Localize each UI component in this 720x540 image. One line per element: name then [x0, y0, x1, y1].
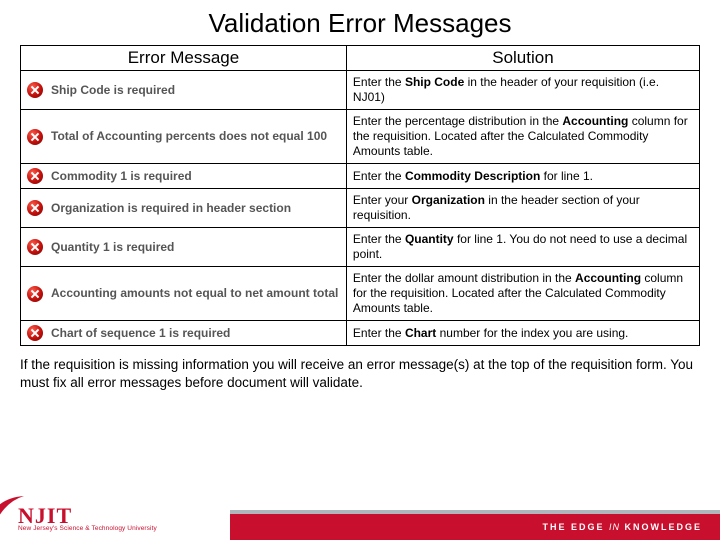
table-row: Ship Code is required Enter the Ship Code…	[21, 71, 700, 110]
error-message-text: Commodity 1 is required	[51, 169, 192, 184]
col-header-error: Error Message	[21, 46, 347, 71]
error-message-text: Ship Code is required	[51, 83, 175, 98]
error-cell: Organization is required in header secti…	[21, 189, 347, 228]
error-cell: Accounting amounts not equal to net amou…	[21, 267, 347, 321]
table-row: Total of Accounting percents does not eq…	[21, 110, 700, 164]
error-x-icon	[27, 239, 43, 255]
error-cell: Chart of sequence 1 is required	[21, 321, 347, 346]
error-cell: Commodity 1 is required	[21, 164, 347, 189]
error-cell: Total of Accounting percents does not eq…	[21, 110, 347, 164]
tagline: THE EDGE IN KNOWLEDGE	[542, 522, 702, 532]
error-message-text: Organization is required in header secti…	[51, 201, 291, 216]
error-message-text: Total of Accounting percents does not eq…	[51, 129, 327, 144]
error-cell: Ship Code is required	[21, 71, 347, 110]
error-cell: Quantity 1 is required	[21, 228, 347, 267]
error-message-text: Accounting amounts not equal to net amou…	[51, 286, 338, 301]
solution-cell: Enter the Ship Code in the header of you…	[346, 71, 699, 110]
table-row: Organization is required in header secti…	[21, 189, 700, 228]
njit-logo: NJIT New Jersey's Science & Technology U…	[0, 498, 230, 540]
solution-cell: Enter the Chart number for the index you…	[346, 321, 699, 346]
error-x-icon	[27, 286, 43, 302]
solution-cell: Enter the dollar amount distribution in …	[346, 267, 699, 321]
error-x-icon	[27, 200, 43, 216]
solution-cell: Enter the percentage distribution in the…	[346, 110, 699, 164]
error-x-icon	[27, 325, 43, 341]
solution-cell: Enter the Commodity Description for line…	[346, 164, 699, 189]
error-message-text: Chart of sequence 1 is required	[51, 326, 230, 341]
error-table: Error Message Solution Ship Code is requ…	[20, 45, 700, 346]
page-title: Validation Error Messages	[20, 8, 700, 39]
logo-subtitle: New Jersey's Science & Technology Univer…	[18, 526, 157, 532]
error-x-icon	[27, 82, 43, 98]
table-row: Chart of sequence 1 is required Enter the…	[21, 321, 700, 346]
table-row: Quantity 1 is required Enter the Quantity…	[21, 228, 700, 267]
solution-cell: Enter your Organization in the header se…	[346, 189, 699, 228]
col-header-solution: Solution	[346, 46, 699, 71]
error-x-icon	[27, 129, 43, 145]
table-row: Commodity 1 is required Enter the Commodi…	[21, 164, 700, 189]
footer-note: If the requisition is missing informatio…	[20, 356, 700, 391]
table-row: Accounting amounts not equal to net amou…	[21, 267, 700, 321]
error-x-icon	[27, 168, 43, 184]
solution-cell: Enter the Quantity for line 1. You do no…	[346, 228, 699, 267]
swoosh-icon	[0, 492, 26, 532]
error-message-text: Quantity 1 is required	[51, 240, 174, 255]
slide-footer: NJIT New Jersey's Science & Technology U…	[0, 498, 720, 540]
logo-text: NJIT	[18, 506, 157, 526]
